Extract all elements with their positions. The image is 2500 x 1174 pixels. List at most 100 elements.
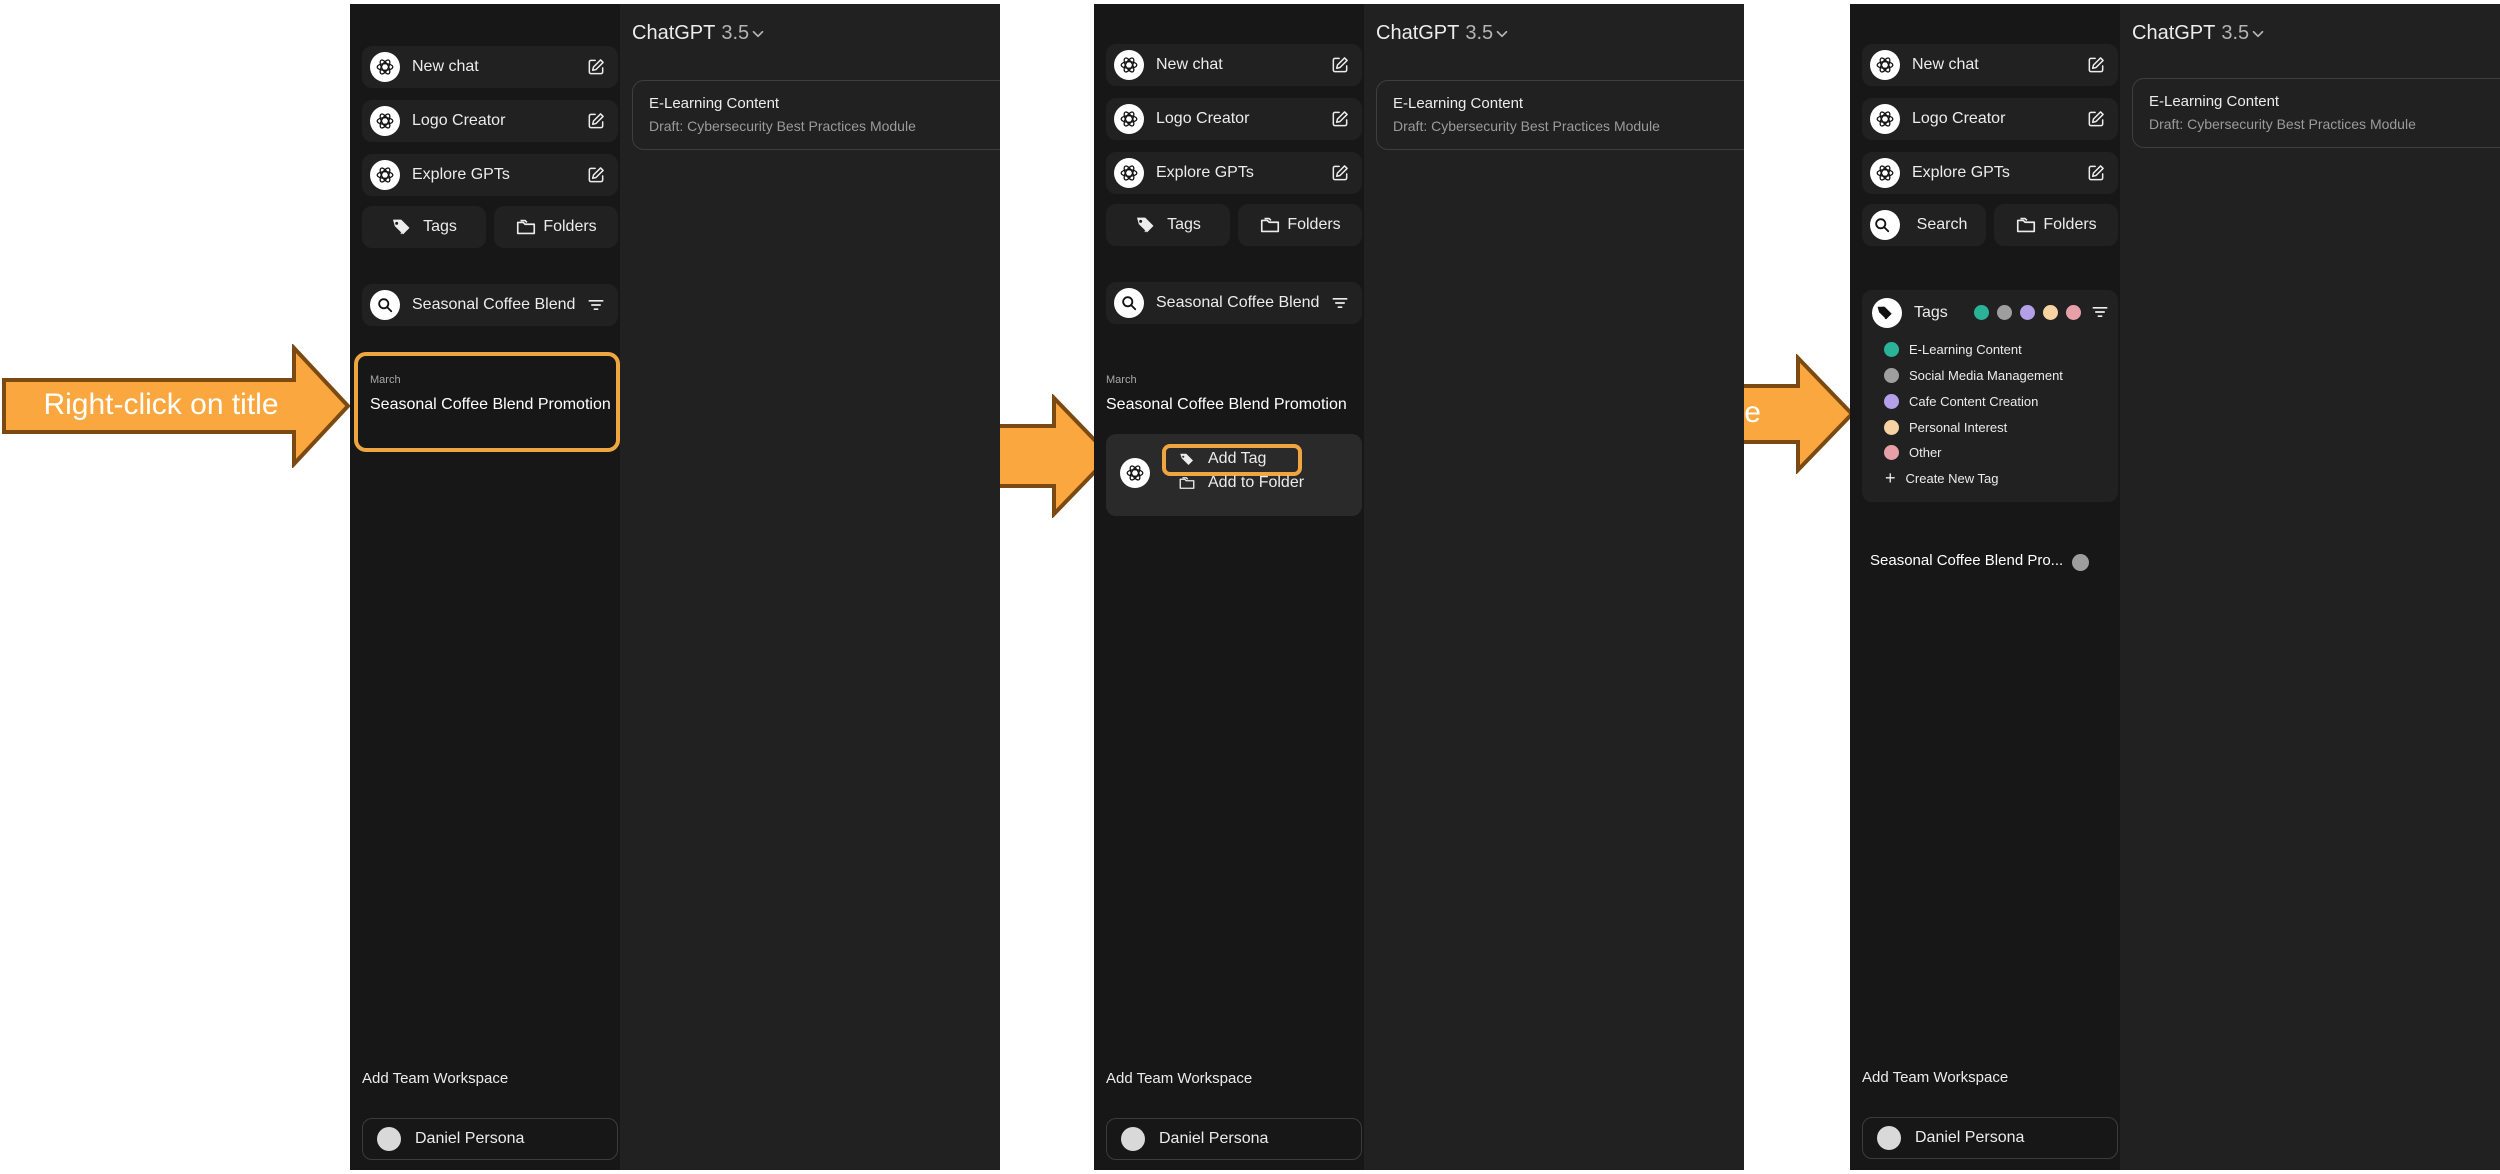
- logo-creator-button[interactable]: Logo Creator: [1106, 98, 1362, 140]
- search-button[interactable]: Search: [1862, 204, 1986, 246]
- folder-icon: [1259, 214, 1281, 236]
- tags-panel-title: Tags: [1914, 304, 1948, 321]
- search-field[interactable]: Seasonal Coffee Blend: [362, 284, 618, 326]
- tags-icon: [391, 216, 417, 238]
- tags-icon: [1135, 214, 1161, 236]
- folders-button[interactable]: Folders: [1994, 204, 2118, 246]
- avatar: [1877, 1126, 1901, 1150]
- conversation-tag-dot[interactable]: [2072, 554, 2089, 571]
- chatgpt-logo-icon: [1870, 104, 1900, 134]
- logo-creator-label: Logo Creator: [412, 112, 506, 129]
- section-month: March: [370, 374, 401, 386]
- add-team-workspace[interactable]: Add Team Workspace: [362, 1070, 508, 1087]
- edit-icon[interactable]: [2086, 163, 2106, 183]
- card-subtitle: Draft: Cybersecurity Best Practices Modu…: [1393, 118, 1660, 134]
- tag-label: E-Learning Content: [1909, 342, 2022, 357]
- tag-swatch-social[interactable]: [1997, 305, 2012, 320]
- tag-swatch-cafe[interactable]: [2020, 305, 2035, 320]
- card-title: E-Learning Content: [2149, 93, 2280, 110]
- edit-icon[interactable]: [586, 165, 606, 185]
- tags-button[interactable]: Tags: [1106, 204, 1230, 246]
- edit-icon[interactable]: [2086, 109, 2106, 129]
- conversation-title[interactable]: Seasonal Coffee Blend Pro...: [1870, 552, 2063, 569]
- folders-label: Folders: [2043, 216, 2097, 233]
- tags-button[interactable]: Tags: [362, 206, 486, 248]
- conversation-card[interactable]: E-Learning Content Draft: Cybersecurity …: [2132, 78, 2500, 148]
- card-title: E-Learning Content: [649, 95, 780, 112]
- conversation-card[interactable]: E-Learning Content Draft: Cybersecurity …: [632, 80, 1000, 150]
- add-tag-menu-item[interactable]: Add Tag: [1178, 450, 1266, 468]
- chatgpt-logo-icon: [1114, 158, 1144, 188]
- user-name: Daniel Persona: [415, 1130, 525, 1147]
- annotation-right-click: Right-click on title: [43, 388, 279, 421]
- chatgpt-logo-icon: [370, 52, 400, 82]
- user-profile[interactable]: Daniel Persona: [1106, 1118, 1362, 1160]
- tag-color-dot: [1884, 368, 1899, 383]
- model-name: ChatGPT: [1376, 22, 1460, 44]
- edit-icon[interactable]: [1330, 163, 1350, 183]
- chatgpt-logo-icon: [1120, 458, 1150, 488]
- edit-icon[interactable]: [1330, 109, 1350, 129]
- main-area: ChatGPT 3.5 E-Learning Content Draft: Cy…: [1364, 4, 1744, 1170]
- search-label: Search: [1916, 216, 1968, 233]
- search-value: Seasonal Coffee Blend: [1156, 294, 1320, 311]
- model-selector[interactable]: ChatGPT 3.5: [1376, 22, 1511, 45]
- new-chat-button[interactable]: New chat: [362, 46, 618, 88]
- sidebar: New chat Logo Creator Explore GPTs Tags …: [350, 4, 620, 1170]
- add-team-workspace[interactable]: Add Team Workspace: [1106, 1070, 1252, 1087]
- edit-icon[interactable]: [586, 57, 606, 77]
- explore-gpts-label: Explore GPTs: [1156, 164, 1254, 181]
- explore-gpts-button[interactable]: Explore GPTs: [1106, 152, 1362, 194]
- filter-icon[interactable]: [1330, 293, 1350, 313]
- sidebar: New chat Logo Creator Explore GPTs Searc…: [1850, 4, 2120, 1170]
- tag-swatch-personal[interactable]: [2043, 305, 2058, 320]
- tag-item-social[interactable]: Social Media Management: [1884, 368, 2063, 383]
- filter-icon[interactable]: [2090, 302, 2110, 322]
- edit-icon[interactable]: [586, 111, 606, 131]
- model-selector[interactable]: ChatGPT 3.5: [632, 22, 767, 45]
- add-to-folder-menu-item[interactable]: Add to Folder: [1178, 474, 1304, 492]
- tag-item-other[interactable]: Other: [1884, 445, 1942, 460]
- add-team-workspace[interactable]: Add Team Workspace: [1862, 1069, 2008, 1086]
- explore-gpts-button[interactable]: Explore GPTs: [362, 154, 618, 196]
- conversation-card[interactable]: E-Learning Content Draft: Cybersecurity …: [1376, 80, 1744, 150]
- create-new-tag-button[interactable]: + Create New Tag: [1884, 468, 1999, 489]
- user-profile[interactable]: Daniel Persona: [362, 1118, 618, 1160]
- tag-item-personal[interactable]: Personal Interest: [1884, 420, 2007, 435]
- search-icon: [1870, 210, 1900, 240]
- conversation-title[interactable]: Seasonal Coffee Blend Promotion: [1106, 396, 1347, 414]
- edit-icon[interactable]: [1330, 55, 1350, 75]
- logo-creator-button[interactable]: Logo Creator: [362, 100, 618, 142]
- model-name: ChatGPT: [632, 22, 716, 44]
- folders-button[interactable]: Folders: [494, 206, 618, 248]
- search-icon: [370, 290, 400, 320]
- search-field[interactable]: Seasonal Coffee Blend: [1106, 282, 1362, 324]
- tag-item-cafe[interactable]: Cafe Content Creation: [1884, 394, 2038, 409]
- explore-gpts-button[interactable]: Explore GPTs: [1862, 152, 2118, 194]
- model-version: 3.5: [721, 22, 750, 44]
- new-chat-label: New chat: [412, 58, 479, 75]
- filter-icon[interactable]: [586, 295, 606, 315]
- chatgpt-logo-icon: [1114, 50, 1144, 80]
- chevron-down-icon: [749, 25, 767, 43]
- new-chat-button[interactable]: New chat: [1862, 44, 2118, 86]
- edit-icon[interactable]: [2086, 55, 2106, 75]
- tag-swatch-other[interactable]: [2066, 305, 2081, 320]
- new-chat-label: New chat: [1912, 56, 1979, 73]
- tag-swatch-e-learning[interactable]: [1974, 305, 1989, 320]
- folder-icon: [2015, 214, 2037, 236]
- model-selector[interactable]: ChatGPT 3.5: [2132, 22, 2267, 45]
- search-value: Seasonal Coffee Blend: [412, 296, 576, 313]
- logo-creator-button[interactable]: Logo Creator: [1862, 98, 2118, 140]
- tags-panel: Tags E-Learning Content Social Media Man…: [1862, 290, 2118, 502]
- main-area: ChatGPT 3.5 E-Learning Content Draft: Cy…: [620, 4, 1000, 1170]
- folder-icon: [515, 216, 537, 238]
- chatgpt-logo-icon: [370, 106, 400, 136]
- plus-icon: +: [1885, 468, 1896, 488]
- conversation-title[interactable]: Seasonal Coffee Blend Promotion: [370, 396, 611, 414]
- tag-item-e-learning[interactable]: E-Learning Content: [1884, 342, 2022, 357]
- folders-button[interactable]: Folders: [1238, 204, 1362, 246]
- user-profile[interactable]: Daniel Persona: [1862, 1117, 2118, 1159]
- tag-label: Cafe Content Creation: [1909, 394, 2039, 409]
- new-chat-button[interactable]: New chat: [1106, 44, 1362, 86]
